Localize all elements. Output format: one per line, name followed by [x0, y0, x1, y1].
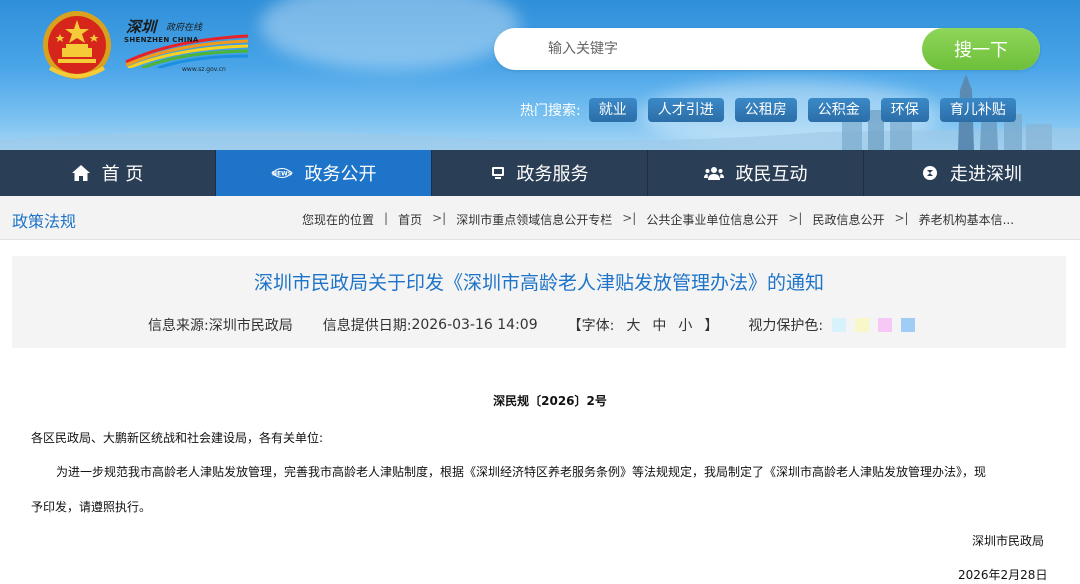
breadcrumb-separator: >| — [622, 211, 637, 225]
document-number: 深民规〔2026〕2号 — [493, 394, 607, 408]
logo-english: SHENZHEN CHINA — [124, 36, 199, 44]
nav-label: 走进深圳 — [950, 164, 1022, 185]
nav-item-gov-service[interactable]: 政务服务 — [432, 150, 648, 196]
breadcrumb-item-home[interactable]: 首页 — [398, 211, 422, 228]
eye-color-cyan[interactable] — [832, 318, 847, 332]
hot-tag-gongzufang[interactable]: 公租房 — [734, 98, 797, 122]
hot-tag-jiuye[interactable]: 就业 — [588, 98, 637, 122]
font-size-small[interactable]: 小 — [678, 315, 692, 335]
breadcrumb-separator: >| — [788, 211, 803, 225]
national-emblem-icon — [43, 11, 111, 79]
nav-item-interaction[interactable]: 政民互动 — [648, 150, 864, 196]
logo-url: www.sz.gov.cn — [182, 66, 226, 73]
signature: 深圳市民政局 — [972, 534, 1045, 548]
article-title: 深圳市民政局关于印发《深圳市高龄老人津贴发放管理办法》的通知 — [253, 272, 824, 294]
breadcrumb-item-elderly-care[interactable]: 养老机构基本信... — [919, 211, 1014, 228]
logo-title: 深圳 — [126, 18, 157, 36]
eye-color-pink[interactable] — [878, 318, 893, 332]
news-badge-text: NEWS — [271, 171, 291, 178]
search-button[interactable]: 搜一下 — [922, 28, 1040, 70]
breadcrumb: 您现在的位置 | 首页 >| 深圳市重点领域信息公开专栏 >| 公共企事业单位信… — [302, 211, 1024, 228]
article-meta: 信息来源: 深圳市民政局 信息提供日期: 2026-03-16 14:09 【字… — [148, 315, 916, 335]
date-value: 2026-03-16 14:09 — [411, 317, 538, 333]
nav-label: 政务服务 — [516, 164, 589, 185]
hot-tag-yuer[interactable]: 育儿补贴 — [939, 98, 1016, 122]
source-value: 深圳市民政局 — [208, 318, 293, 334]
section-title[interactable]: 政策法规 — [12, 208, 76, 232]
hot-search-bar: 热门搜索: 就业 人才引进 公租房 公积金 环保 育儿补贴 — [520, 96, 1027, 124]
nav-item-gov-open[interactable]: NEWS 政务公开 — [216, 150, 432, 196]
font-size-medium[interactable]: 中 — [652, 315, 666, 335]
main-nav: 首 页 NEWS 政务公开 政务服务 政民互动 走进深圳 — [0, 150, 1080, 196]
sign-date: 2026年2月28日 — [958, 568, 1048, 582]
eye-color-blue[interactable] — [901, 318, 916, 332]
hot-search-label: 热门搜索: — [520, 103, 581, 119]
hot-tag-huanbao[interactable]: 环保 — [880, 98, 929, 122]
font-size-label: 【字体: — [567, 318, 615, 334]
search-box: 搜一下 — [494, 28, 1040, 70]
breadcrumb-separator: | — [384, 211, 389, 225]
monitor-icon — [491, 166, 505, 180]
hot-tag-gongjijin[interactable]: 公积金 — [807, 98, 870, 122]
date-label: 信息提供日期: — [322, 318, 412, 334]
search-input[interactable] — [514, 28, 894, 70]
cloud-decoration — [260, 0, 520, 70]
site-logo[interactable]: 深圳 政府在线 SHENZHEN CHINA www.sz.gov.cn — [122, 14, 252, 76]
news-icon: NEWS — [270, 166, 293, 180]
breadcrumb-separator: >| — [894, 211, 909, 225]
nav-label: 首 页 — [101, 164, 144, 185]
logo-subtitle: 政府在线 — [166, 23, 203, 33]
breadcrumb-item-key-areas[interactable]: 深圳市重点领域信息公开专栏 — [456, 211, 612, 228]
eye-color-yellow[interactable] — [855, 318, 870, 332]
body-paragraph-line: 予印发，请遵照执行。 — [31, 500, 152, 514]
salutation: 各区民政局、大鹏新区统战和社会建设局，各有关单位: — [31, 431, 324, 445]
nav-label: 政务公开 — [304, 164, 377, 185]
font-size-close: 】 — [704, 318, 719, 334]
nav-item-discover-shenzhen[interactable]: 走进深圳 — [864, 150, 1080, 196]
body-paragraph-line: 为进一步规范我市高龄老人津贴发放管理，完善我市高龄老人津贴制度，根据《深圳经济特… — [56, 465, 987, 479]
nav-label: 政民互动 — [735, 164, 808, 185]
hot-tag-rencai[interactable]: 人才引进 — [647, 98, 724, 122]
breadcrumb-prefix: 您现在的位置 — [302, 213, 375, 227]
article-header: 深圳市民政局关于印发《深圳市高龄老人津贴发放管理办法》的通知 信息来源: 深圳市… — [12, 256, 1066, 348]
breadcrumb-item-public-units[interactable]: 公共企事业单位信息公开 — [646, 211, 778, 228]
home-icon — [71, 165, 90, 181]
breadcrumb-separator: >| — [432, 211, 447, 225]
font-size-large[interactable]: 大 — [626, 315, 640, 335]
site-banner: 深圳 政府在线 SHENZHEN CHINA www.sz.gov.cn 搜一下… — [0, 0, 1080, 150]
breadcrumb-item-civil-affairs[interactable]: 民政信息公开 — [812, 211, 884, 228]
people-icon — [703, 166, 724, 180]
breadcrumb-bar: 政策法规 您现在的位置 | 首页 >| 深圳市重点领域信息公开专栏 >| 公共企… — [0, 196, 1080, 240]
source-label: 信息来源: — [148, 318, 209, 334]
eye-protection-label: 视力保护色: — [748, 318, 824, 334]
nav-item-home[interactable]: 首 页 — [0, 150, 216, 196]
compass-icon — [922, 165, 938, 181]
